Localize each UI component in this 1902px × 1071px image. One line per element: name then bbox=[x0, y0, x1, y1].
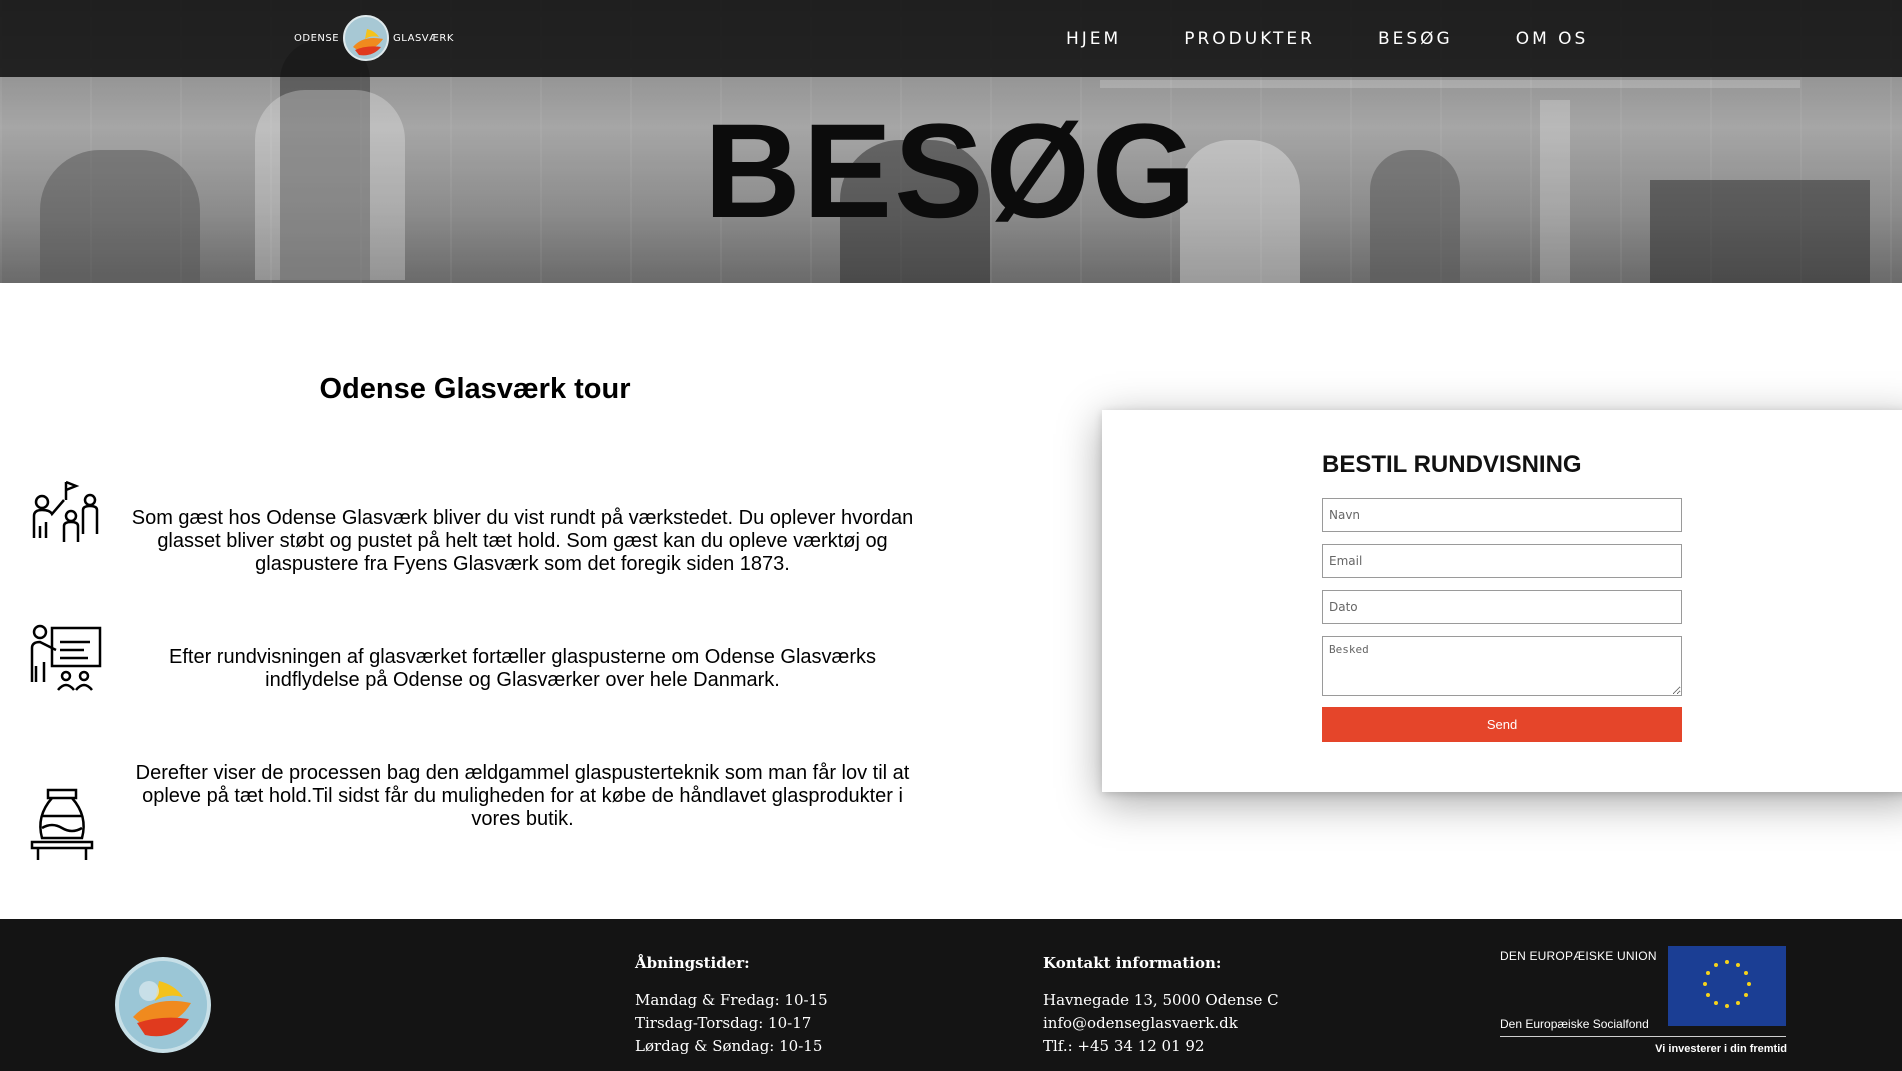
eu-slogan: Vi investerer i din fremtid bbox=[1655, 1043, 1787, 1055]
eu-fund-name: Den Europæiske Socialfond bbox=[1500, 1017, 1649, 1031]
nav-item-hjem[interactable]: HJEM bbox=[1066, 29, 1121, 49]
brand-logo[interactable]: ODENSE GLASVÆRK bbox=[294, 14, 454, 62]
contact-heading: Kontakt information: bbox=[1043, 954, 1222, 972]
eu-funding-badge: DEN EUROPÆISKE UNION Den Europæiske Soci… bbox=[1500, 946, 1787, 1067]
main-menu: HJEM PRODUKTER BESØG OM OS bbox=[1066, 0, 1588, 77]
tour-heading: Odense Glasværk tour bbox=[319, 373, 631, 405]
logo-mark-icon bbox=[343, 15, 390, 61]
message-field[interactable] bbox=[1322, 636, 1682, 696]
contact-phone: Tlf.: +45 34 12 01 92 bbox=[1043, 1037, 1205, 1055]
booking-title: BESTIL RUNDVISNING bbox=[1322, 451, 1582, 478]
footer-logo-icon[interactable] bbox=[115, 957, 211, 1053]
eu-flag-icon bbox=[1668, 946, 1786, 1026]
footer: Åbningstider: Mandag & Fredag: 10-15 Tir… bbox=[0, 919, 1902, 1071]
divider bbox=[1500, 1036, 1786, 1037]
eu-title: DEN EUROPÆISKE UNION bbox=[1500, 949, 1657, 963]
top-navigation: ODENSE GLASVÆRK HJEM PRODUKTER BESØG OM … bbox=[0, 0, 1902, 77]
tour-feature-text: Derefter viser de processen bag den ældg… bbox=[135, 762, 910, 830]
presentation-icon bbox=[30, 624, 102, 691]
group-tour-icon bbox=[32, 480, 99, 542]
nav-item-besog[interactable]: BESØG bbox=[1378, 29, 1453, 49]
booking-card: BESTIL RUNDVISNING Send bbox=[1102, 410, 1902, 792]
name-field[interactable] bbox=[1322, 498, 1682, 532]
page-title: BESØG bbox=[704, 97, 1198, 246]
hours-heading: Åbningstider: bbox=[635, 954, 750, 972]
logo-text-left: ODENSE bbox=[294, 32, 340, 44]
opening-hours: Åbningstider: Mandag & Fredag: 10-15 Tir… bbox=[635, 952, 828, 1058]
tour-feature-text: Efter rundvisningen af glasværket fortæl… bbox=[169, 646, 876, 691]
contact-address: Havnegade 13, 5000 Odense C bbox=[1043, 991, 1279, 1009]
hours-line: Tirsdag-Torsdag: 10-17 bbox=[635, 1014, 812, 1032]
nav-item-produkter[interactable]: PRODUKTER bbox=[1184, 29, 1315, 49]
hours-line: Lørdag & Søndag: 10-15 bbox=[635, 1037, 823, 1055]
nav-item-om-os[interactable]: OM OS bbox=[1516, 29, 1589, 49]
email-field[interactable] bbox=[1322, 544, 1682, 578]
logo-text-right: GLASVÆRK bbox=[393, 32, 454, 44]
vase-icon bbox=[30, 788, 94, 860]
date-field[interactable] bbox=[1322, 590, 1682, 624]
contact-info: Kontakt information: Havnegade 13, 5000 … bbox=[1043, 952, 1279, 1058]
hours-line: Mandag & Fredag: 10-15 bbox=[635, 991, 828, 1009]
tour-feature-text: Som gæst hos Odense Glasværk bliver du v… bbox=[131, 507, 914, 575]
contact-email-link[interactable]: info@odenseglasvaerk.dk bbox=[1043, 1012, 1279, 1035]
send-button[interactable]: Send bbox=[1322, 707, 1682, 742]
